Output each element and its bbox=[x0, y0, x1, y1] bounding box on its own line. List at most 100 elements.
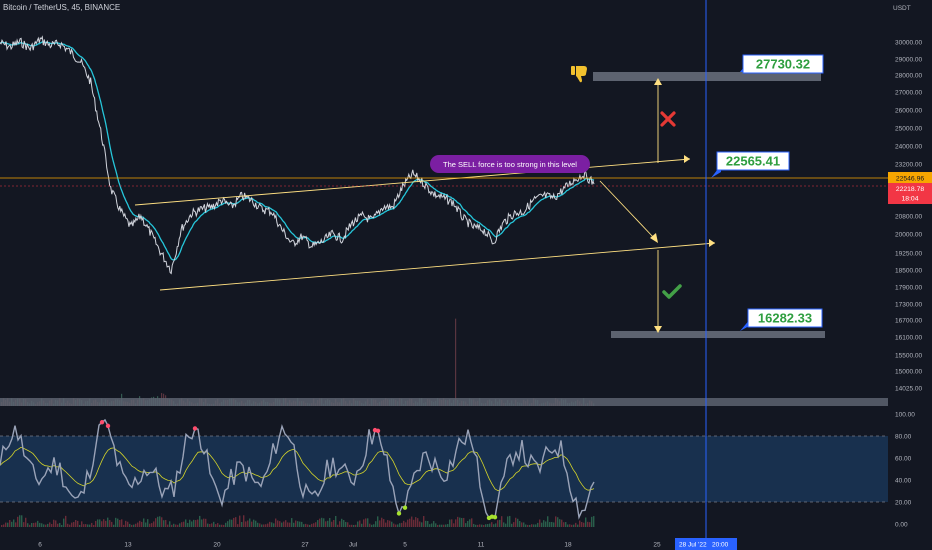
histogram-bar bbox=[121, 519, 123, 527]
histogram-bar bbox=[71, 522, 73, 527]
histogram-bar bbox=[169, 521, 171, 527]
oscillator-marker bbox=[375, 428, 381, 433]
histogram-bar bbox=[241, 521, 243, 527]
time-tick-label: 25 bbox=[653, 542, 661, 549]
histogram-bar bbox=[91, 522, 93, 527]
histogram-bar bbox=[463, 517, 465, 527]
histogram-bar bbox=[285, 520, 287, 527]
histogram-bar bbox=[591, 516, 593, 527]
histogram-bar bbox=[245, 521, 247, 527]
histogram-bar bbox=[93, 524, 95, 527]
histogram-bar bbox=[139, 520, 141, 527]
histogram-bar bbox=[525, 524, 527, 527]
price-tick-label: 20800.00 bbox=[895, 214, 922, 221]
histogram-bar bbox=[123, 524, 125, 527]
histogram-bar bbox=[405, 522, 407, 527]
price-tick-label: 19250.00 bbox=[895, 251, 922, 258]
histogram-bar bbox=[181, 522, 183, 527]
histogram-bar bbox=[479, 524, 481, 527]
price-tick-label: 15500.00 bbox=[895, 353, 922, 360]
histogram-bar bbox=[469, 519, 471, 527]
crosshair-time: 20:00 bbox=[712, 542, 729, 549]
histogram-bar bbox=[509, 515, 511, 527]
histogram-bar bbox=[375, 521, 377, 527]
histogram-bar bbox=[437, 524, 439, 527]
histogram-bar bbox=[473, 523, 475, 527]
histogram-bar bbox=[393, 523, 395, 527]
histogram-bar bbox=[443, 524, 445, 527]
histogram-bar bbox=[311, 523, 313, 527]
histogram-bar bbox=[37, 520, 39, 527]
histogram-bar bbox=[345, 521, 347, 527]
histogram-bar bbox=[293, 522, 295, 527]
histogram-bar bbox=[409, 518, 411, 527]
price-tick-label: 28000.00 bbox=[895, 73, 922, 80]
histogram-bar bbox=[365, 518, 367, 527]
histogram-bar bbox=[511, 523, 513, 527]
histogram-bar bbox=[327, 520, 329, 527]
histogram-bar bbox=[21, 515, 23, 527]
histogram-bar bbox=[261, 524, 263, 527]
histogram-bar bbox=[109, 520, 111, 527]
histogram-bar bbox=[75, 520, 77, 527]
histogram-bar bbox=[131, 524, 133, 527]
histogram-bar bbox=[499, 519, 501, 527]
histogram-bar bbox=[357, 521, 359, 527]
histogram-bar bbox=[361, 523, 363, 527]
price-chart[interactable]: Bitcoin / TetherUS, 45, BINANCE USDT 300… bbox=[0, 0, 932, 550]
histogram-bar bbox=[135, 523, 137, 527]
price-axis-pane[interactable] bbox=[888, 0, 932, 550]
time-tick-label: 27 bbox=[301, 542, 309, 549]
histogram-bar bbox=[221, 524, 223, 527]
histogram-bar bbox=[435, 523, 437, 527]
histogram-bar bbox=[355, 524, 357, 527]
price-tick-label: 24000.00 bbox=[895, 144, 922, 151]
histogram-bar bbox=[369, 523, 371, 527]
histogram-bar bbox=[43, 524, 45, 527]
histogram-bar bbox=[39, 522, 41, 527]
histogram-bar bbox=[301, 521, 303, 527]
histogram-bar bbox=[33, 522, 35, 527]
histogram-bar bbox=[569, 524, 571, 527]
histogram-bar bbox=[483, 524, 485, 527]
histogram-bar bbox=[137, 522, 139, 527]
histogram-bar bbox=[407, 519, 409, 527]
histogram-bar bbox=[205, 518, 207, 527]
histogram-bar bbox=[567, 524, 569, 527]
histogram-bar bbox=[11, 521, 13, 527]
histogram-bar bbox=[389, 520, 391, 527]
histogram-bar bbox=[153, 521, 155, 527]
histogram-bar bbox=[63, 518, 65, 527]
histogram-bar bbox=[55, 520, 57, 527]
histogram-bar bbox=[155, 518, 157, 527]
histogram-bar bbox=[321, 517, 323, 527]
histogram-bar bbox=[555, 516, 557, 527]
histogram-bar bbox=[337, 524, 339, 527]
histogram-bar bbox=[575, 522, 577, 527]
target-high-value: 27730.32 bbox=[756, 57, 810, 72]
histogram-bar bbox=[193, 519, 195, 527]
histogram-bar bbox=[459, 517, 461, 527]
histogram-bar bbox=[513, 522, 515, 527]
histogram-bar bbox=[125, 520, 127, 527]
histogram-bar bbox=[521, 522, 523, 527]
histogram-bar bbox=[99, 519, 101, 527]
histogram-bar bbox=[49, 522, 51, 527]
histogram-bar bbox=[247, 520, 249, 527]
histogram-bar bbox=[313, 523, 315, 527]
histogram-bar bbox=[441, 524, 443, 527]
histogram-bar bbox=[373, 524, 375, 527]
crosshair-date: 28 Jul '22 bbox=[679, 542, 707, 549]
histogram-bar bbox=[95, 520, 97, 527]
histogram-bar bbox=[195, 520, 197, 527]
histogram-bar bbox=[239, 515, 241, 527]
histogram-bar bbox=[379, 520, 381, 527]
price-tick-label: 17900.00 bbox=[895, 285, 922, 292]
histogram-bar bbox=[347, 522, 349, 527]
histogram-bar bbox=[309, 524, 311, 527]
histogram-bar bbox=[349, 524, 351, 527]
histogram-bar bbox=[77, 520, 79, 527]
histogram-bar bbox=[115, 517, 117, 527]
histogram-bar bbox=[29, 524, 31, 527]
histogram-bar bbox=[475, 524, 477, 527]
